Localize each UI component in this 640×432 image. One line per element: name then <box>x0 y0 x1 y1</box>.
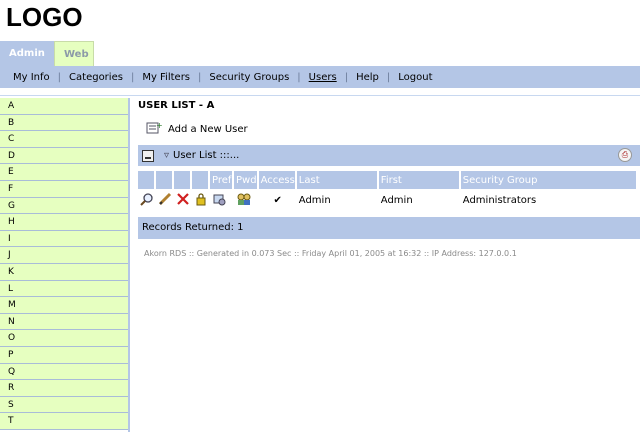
print-icon[interactable]: ⎙ <box>618 148 632 162</box>
letter-link-b[interactable]: B <box>0 114 128 132</box>
lock-icon[interactable] <box>194 192 208 206</box>
divider <box>0 95 640 96</box>
column-header-last[interactable]: Last <box>296 171 377 189</box>
user-list-panel-header: ▿ User List :::... ⎙ <box>138 145 640 166</box>
cell-security-group: Administrators <box>462 194 537 206</box>
magnifier-icon[interactable] <box>140 192 154 206</box>
letter-link-q[interactable]: Q <box>0 363 128 381</box>
letter-link-o[interactable]: O <box>0 330 128 347</box>
letter-link-s[interactable]: S <box>0 396 128 414</box>
top-tabs: Admin Web <box>0 41 94 66</box>
tab-admin[interactable]: Admin <box>0 41 54 66</box>
column-header-view <box>138 171 154 189</box>
pencil-icon[interactable] <box>158 192 172 206</box>
letter-link-c[interactable]: C <box>0 131 128 148</box>
letter-link-n[interactable]: N <box>0 313 128 331</box>
letter-link-l[interactable]: L <box>0 280 128 298</box>
logo: LOGO <box>6 2 83 32</box>
menu-users[interactable]: Users <box>301 72 345 83</box>
letter-link-j[interactable]: J <box>0 247 128 264</box>
admin-menu-bar: My Info | Categories | My Filters | Secu… <box>0 66 640 88</box>
tab-web[interactable]: Web <box>54 41 94 66</box>
table-row: ✔ Admin Admin Administrators <box>138 189 636 211</box>
letter-link-a[interactable]: A <box>0 98 128 115</box>
cell-last: Admin <box>298 194 331 206</box>
menu-help[interactable]: Help <box>348 72 387 83</box>
letter-link-r[interactable]: R <box>0 380 128 397</box>
menu-my-filters[interactable]: My Filters <box>134 72 198 83</box>
column-header-edit <box>156 171 172 189</box>
access-check: ✔ <box>273 194 282 206</box>
delete-x-icon[interactable] <box>176 192 190 206</box>
column-header-first[interactable]: First <box>378 171 459 189</box>
letter-link-d[interactable]: D <box>0 147 128 165</box>
add-user-label: Add a New User <box>168 124 248 135</box>
column-header-security-group[interactable]: Security Group <box>460 171 636 189</box>
column-header-access[interactable]: Access <box>258 171 295 189</box>
column-header-lock <box>192 171 208 189</box>
column-header-delete <box>174 171 190 189</box>
letter-link-m[interactable]: M <box>0 297 128 314</box>
main-content: USER LIST - A + Add a New User ▿ User Li… <box>138 98 640 258</box>
menu-categories[interactable]: Categories <box>61 72 131 83</box>
cell-first: Admin <box>380 194 413 206</box>
menu-logout[interactable]: Logout <box>390 72 440 83</box>
letter-link-t[interactable]: T <box>0 413 128 430</box>
letter-link-i[interactable]: I <box>0 230 128 248</box>
add-user-link[interactable]: + Add a New User <box>146 121 640 138</box>
records-returned: Records Returned: 1 <box>138 217 640 239</box>
user-table: Pref Pwd Access Last First Security Grou… <box>136 171 638 211</box>
menu-my-info[interactable]: My Info <box>5 72 58 83</box>
svg-text:+: + <box>156 121 162 130</box>
column-header-pwd[interactable]: Pwd <box>234 171 257 189</box>
preferences-icon[interactable] <box>212 192 226 206</box>
letter-link-e[interactable]: E <box>0 164 128 181</box>
minimize-icon[interactable] <box>142 149 154 162</box>
panel-title: User List :::... <box>173 150 240 161</box>
password-users-icon[interactable] <box>236 192 251 206</box>
menu-security-groups[interactable]: Security Groups <box>201 72 297 83</box>
page-footer: Akorn RDS :: Generated in 0.073 Sec :: F… <box>144 249 517 258</box>
letter-link-h[interactable]: H <box>0 214 128 231</box>
letter-link-g[interactable]: G <box>0 197 128 215</box>
letter-link-f[interactable]: F <box>0 180 128 198</box>
column-header-pref[interactable]: Pref <box>210 171 232 189</box>
filter-icon: ▿ <box>164 150 170 161</box>
letter-link-p[interactable]: P <box>0 346 128 364</box>
add-user-icon: + <box>146 121 163 138</box>
page-title: USER LIST - A <box>138 100 215 111</box>
letter-link-k[interactable]: K <box>0 263 128 281</box>
alphabet-sidebar: A B C D E F G H I J K L M N O P Q R S T <box>0 98 130 432</box>
